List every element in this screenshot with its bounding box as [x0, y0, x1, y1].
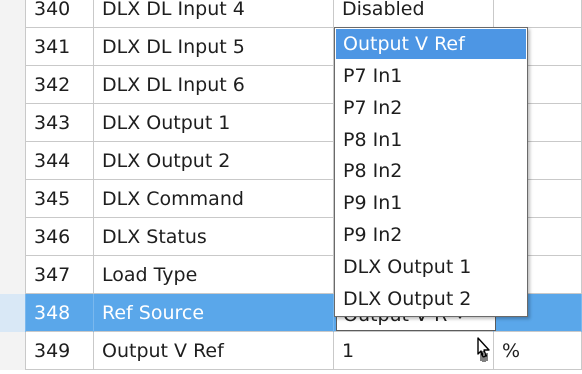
param-number: 341	[26, 28, 94, 66]
param-name: DLX DL Input 4	[94, 0, 334, 28]
param-number: 348	[26, 294, 94, 332]
param-number: 346	[26, 218, 94, 256]
row-header	[0, 0, 26, 28]
dropdown-option[interactable]: P7 In2	[336, 93, 526, 123]
row-header	[0, 66, 26, 104]
row-header	[0, 256, 26, 294]
row-header	[0, 104, 26, 142]
param-name: DLX DL Input 6	[94, 66, 334, 104]
dropdown-option[interactable]: P9 In2	[336, 220, 526, 250]
dropdown-option[interactable]: P7 In1	[336, 61, 526, 91]
param-name: DLX Output 2	[94, 142, 334, 180]
param-number: 347	[26, 256, 94, 294]
param-value[interactable]: Disabled	[334, 0, 494, 28]
param-name: Load Type	[94, 256, 334, 294]
mouse-pointer-icon	[477, 337, 490, 362]
param-unit	[494, 0, 582, 28]
dropdown-option-selected[interactable]: Output V Ref	[336, 29, 526, 59]
dropdown-option[interactable]: P8 In1	[336, 125, 526, 155]
param-number: 349	[26, 332, 94, 370]
param-number: 343	[26, 104, 94, 142]
row-header	[0, 332, 26, 370]
param-number: 342	[26, 66, 94, 104]
param-number: 345	[26, 180, 94, 218]
ref-source-dropdown-list[interactable]: Output V Ref P7 In1 P7 In2 P8 In1 P8 In2…	[334, 27, 528, 317]
dropdown-option[interactable]: P8 In2	[336, 156, 526, 186]
dropdown-option[interactable]: DLX Output 1	[336, 252, 526, 282]
param-name: DLX Command	[94, 180, 334, 218]
row-header	[0, 28, 26, 66]
param-name: Output V Ref	[94, 332, 334, 370]
row-header	[0, 294, 26, 332]
param-unit: %	[494, 332, 582, 370]
param-name: Ref Source	[94, 294, 334, 332]
param-number: 344	[26, 142, 94, 180]
param-name: DLX Output 1	[94, 104, 334, 142]
row-header	[0, 180, 26, 218]
param-name: DLX Status	[94, 218, 334, 256]
dropdown-option[interactable]: P9 In1	[336, 188, 526, 218]
row-header	[0, 218, 26, 256]
dropdown-option[interactable]: DLX Output 2	[336, 284, 526, 314]
row-header	[0, 142, 26, 180]
param-value[interactable]: 1	[334, 332, 494, 370]
param-name: DLX DL Input 5	[94, 28, 334, 66]
param-number: 340	[26, 0, 94, 28]
table-row[interactable]: 340 DLX DL Input 4 Disabled	[0, 0, 582, 28]
